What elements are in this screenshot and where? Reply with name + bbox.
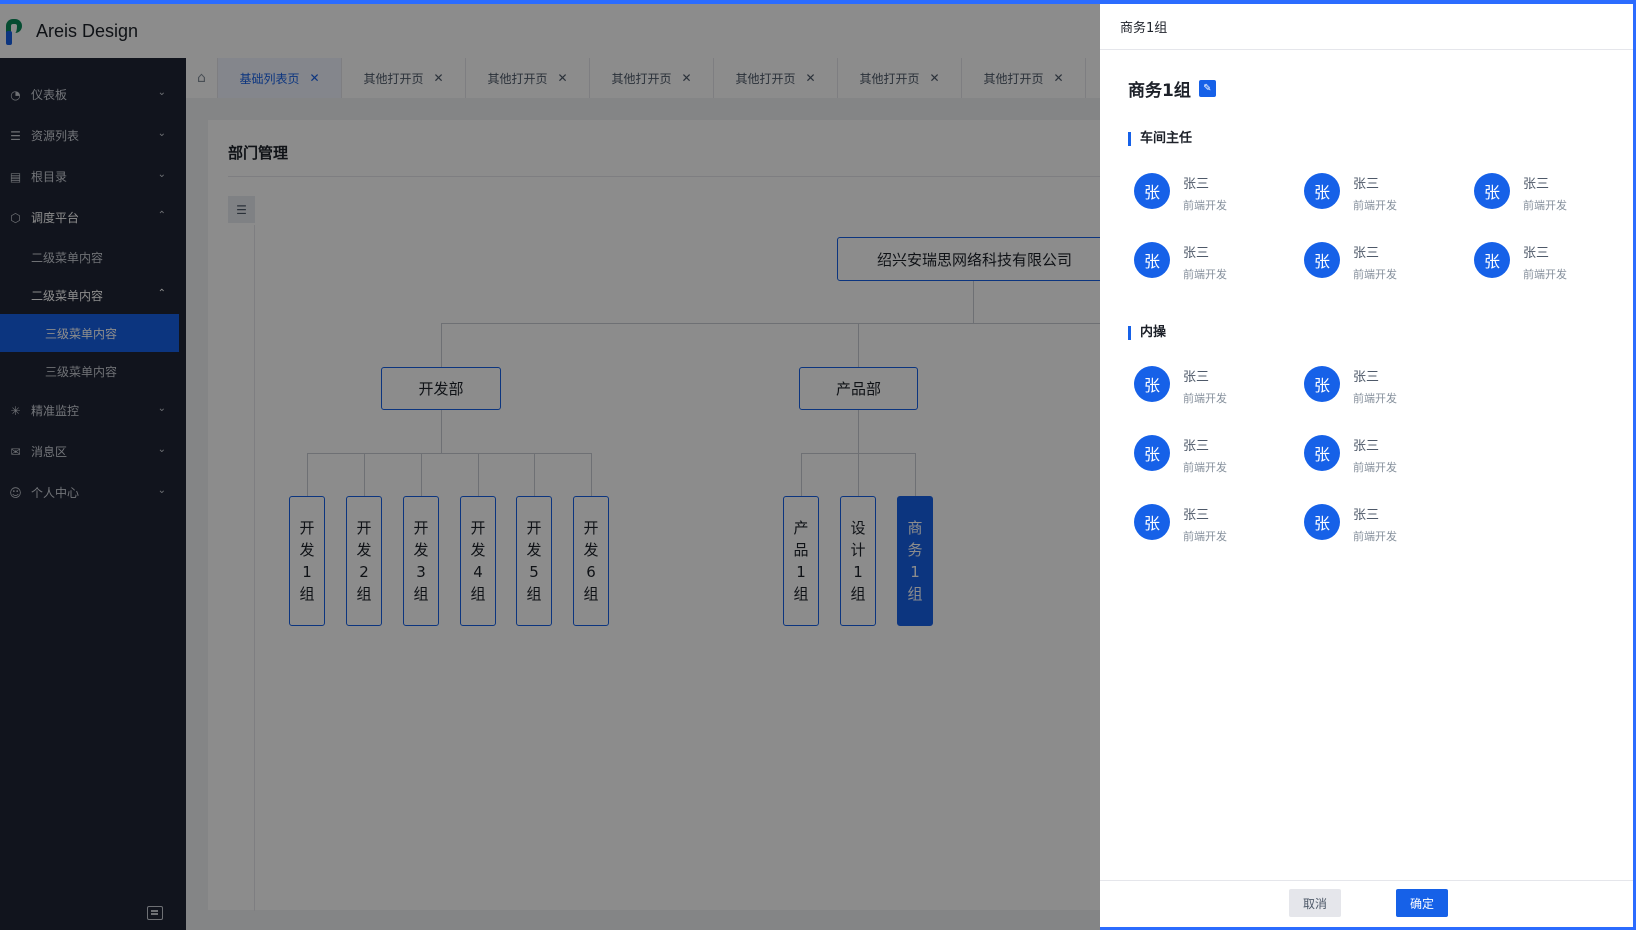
member-card[interactable]: 张张三前端开发 (1296, 359, 1456, 409)
member-role: 前端开发 (1523, 199, 1567, 212)
modal-mask[interactable] (0, 0, 1100, 930)
member-card[interactable]: 张张三前端开发 (1126, 359, 1286, 409)
member-role: 前端开发 (1353, 199, 1397, 212)
member-role: 前端开发 (1353, 530, 1397, 543)
drawer-footer: 取消 确定 (1100, 880, 1633, 927)
member-name: 张三 (1183, 177, 1210, 192)
avatar: 张 (1134, 173, 1170, 209)
member-role: 前端开发 (1183, 392, 1227, 405)
edit-icon[interactable]: ✎ (1198, 80, 1216, 97)
member-name: 张三 (1353, 177, 1380, 192)
avatar: 张 (1304, 366, 1340, 402)
group-name-text: 商务1组 (1128, 81, 1191, 101)
group-name: 商务1组 ✎ (1128, 76, 1216, 101)
member-card[interactable]: 张张三前端开发 (1126, 166, 1286, 216)
member-name: 张三 (1523, 177, 1550, 192)
member-card[interactable]: 张张三前端开发 (1466, 166, 1626, 216)
member-role: 前端开发 (1353, 461, 1397, 474)
group-detail-drawer: 商务1组 商务1组 ✎ 车间主任 张张三 前端开发张张三 前端开发张张三 前端开发张张… (1100, 4, 1636, 930)
avatar: 张 (1134, 504, 1170, 540)
member-name: 张三 (1523, 246, 1550, 261)
avatar: 张 (1304, 504, 1340, 540)
member-card[interactable]: 张张三前端开发 (1296, 235, 1456, 285)
member-name: 张三 (1353, 439, 1380, 454)
member-role: 前端开发 (1183, 461, 1227, 474)
member-role: 前端开发 (1183, 199, 1227, 212)
member-role: 前端开发 (1523, 268, 1567, 281)
member-name: 张三 (1183, 508, 1210, 523)
cancel-button[interactable]: 取消 (1289, 889, 1341, 917)
avatar: 张 (1304, 173, 1340, 209)
member-name: 张三 (1183, 439, 1210, 454)
window-top-border (0, 0, 1636, 4)
avatar: 张 (1304, 435, 1340, 471)
member-name: 张三 (1353, 508, 1380, 523)
member-role: 前端开发 (1353, 392, 1397, 405)
avatar: 张 (1304, 242, 1340, 278)
member-role: 前端开发 (1353, 268, 1397, 281)
member-card[interactable]: 张张三前端开发 (1126, 497, 1286, 547)
member-card[interactable]: 张张三前端开发 (1126, 235, 1286, 285)
member-name: 张三 (1353, 370, 1380, 385)
member-name: 张三 (1183, 370, 1210, 385)
member-card[interactable]: 张张三前端开发 (1126, 428, 1286, 478)
avatar: 张 (1134, 366, 1170, 402)
avatar: 张 (1134, 242, 1170, 278)
member-card[interactable]: 张张三前端开发 (1296, 166, 1456, 216)
section-title-operators: 内操 (1128, 326, 1166, 340)
member-card[interactable]: 张张三前端开发 (1296, 497, 1456, 547)
drawer-header: 商务1组 (1100, 4, 1633, 50)
avatar: 张 (1474, 173, 1510, 209)
avatar: 张 (1474, 242, 1510, 278)
member-role: 前端开发 (1183, 530, 1227, 543)
member-card[interactable]: 张张三前端开发 (1296, 428, 1456, 478)
member-role: 前端开发 (1183, 268, 1227, 281)
avatar: 张 (1134, 435, 1170, 471)
confirm-button[interactable]: 确定 (1396, 889, 1448, 917)
member-name: 张三 (1183, 246, 1210, 261)
member-name: 张三 (1353, 246, 1380, 261)
member-card[interactable]: 张张三前端开发 (1466, 235, 1626, 285)
section-title-supervisor: 车间主任 (1128, 132, 1192, 146)
